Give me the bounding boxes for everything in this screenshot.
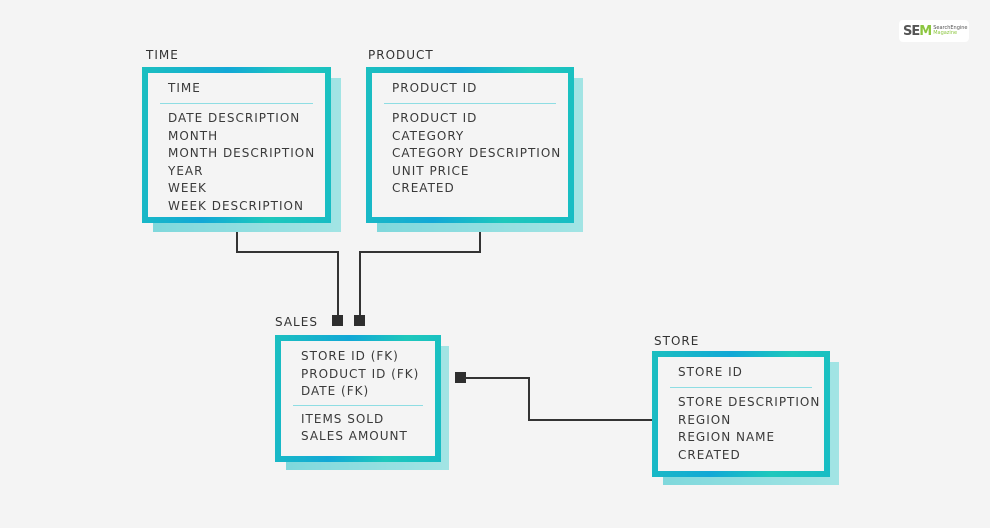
table-time: TIME DATE DESCRIPTION MONTH MONTH DESCRI…: [142, 67, 331, 223]
connector-time-sales: [236, 251, 339, 253]
table-sales: STORE ID (FK) PRODUCT ID (FK) DATE (FK) …: [275, 335, 441, 462]
field: CREATED: [678, 447, 741, 462]
field: UNIT PRICE: [392, 163, 470, 178]
table-label-time: TIME: [146, 48, 179, 62]
connector-sales-store: [528, 419, 653, 421]
field: MONTH: [168, 128, 219, 143]
field: CATEGORY DESCRIPTION: [392, 146, 562, 160]
field: ITEMS SOLD: [301, 411, 385, 426]
field: DATE DESCRIPTION: [168, 111, 301, 125]
connector-sales-store: [528, 377, 530, 421]
connector-end-time: [332, 315, 343, 326]
table-header: PRODUCT ID: [392, 81, 478, 95]
field: WEEK DESCRIPTION: [168, 198, 304, 213]
key-field: DATE (FK): [301, 384, 370, 398]
diagram-canvas: SEM SearchEngine Magazine TIME TIME DATE …: [0, 0, 990, 528]
connector-time-sales: [337, 251, 339, 316]
field: CATEGORY: [392, 128, 465, 143]
table-product: PRODUCT ID PRODUCT ID CATEGORY CATEGORY …: [366, 67, 574, 223]
field: STORE DESCRIPTION: [678, 395, 821, 409]
table-label-store: STORE: [654, 334, 700, 348]
field: REGION NAME: [678, 430, 776, 444]
sem-logo: SEM SearchEngine Magazine: [899, 20, 969, 42]
field: YEAR: [168, 163, 204, 178]
connector-end-product: [354, 315, 365, 326]
table-header: TIME: [168, 81, 201, 95]
field: SALES AMOUNT: [301, 429, 408, 443]
divider: [160, 103, 313, 104]
divider: [384, 103, 556, 104]
field: MONTH DESCRIPTION: [168, 146, 316, 160]
divider: [293, 404, 423, 406]
field: REGION: [678, 412, 732, 427]
table-label-product: PRODUCT: [368, 48, 434, 62]
connector-sales-store: [464, 377, 530, 379]
key-field: PRODUCT ID (FK): [301, 366, 420, 381]
divider: [670, 387, 812, 388]
connector-product-sales: [359, 251, 361, 316]
field: CREATED: [392, 181, 455, 195]
table-store: STORE ID STORE DESCRIPTION REGION REGION…: [652, 351, 830, 477]
table-header: STORE ID: [678, 365, 743, 379]
connector-product-sales: [359, 251, 481, 253]
table-label-sales: SALES: [275, 315, 318, 329]
field: WEEK: [168, 181, 207, 195]
key-field: STORE ID (FK): [301, 349, 399, 363]
field: PRODUCT ID: [392, 111, 478, 125]
